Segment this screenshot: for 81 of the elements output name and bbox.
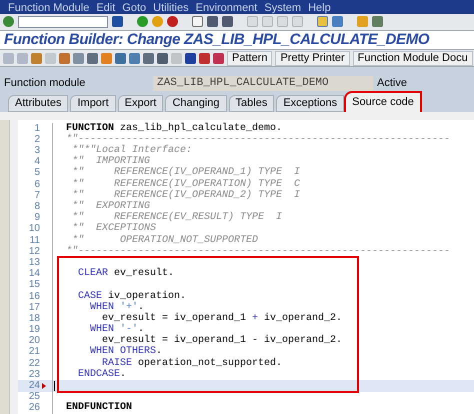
function-module-field[interactable]: ZAS_LIB_HPL_CALCULATE_DEMO	[153, 76, 373, 91]
line-number: 10	[28, 224, 40, 234]
tab[interactable]: Exceptions	[276, 95, 344, 112]
code-line: WHEN '+'.	[89, 302, 144, 313]
code-line: *" OPERATION_NOT_SUPPORTED	[72, 236, 258, 246]
line-number: 4	[33, 157, 40, 168]
code-line: ENDCASE.	[77, 370, 126, 380]
code-line: FUNCTION zas_lib_hpl_calculate_demo.	[66, 124, 282, 134]
toolbar-icon[interactable]	[115, 52, 126, 64]
code-line: ENDFUNCTION	[66, 403, 132, 414]
status-text: Active	[377, 76, 407, 91]
code-line: *" REFERENCE(IV_OPERAND_1) TYPE I	[71, 168, 300, 178]
line-number: 22	[28, 358, 40, 369]
line-number: 5	[33, 168, 40, 178]
toolbar-icon[interactable]	[185, 52, 196, 64]
menu-item[interactable]: Help	[308, 2, 331, 14]
code-line: *" REFERENCE(IV_OPERAND_2) TYPE I	[71, 190, 300, 201]
menu-item[interactable]: Environment	[196, 2, 258, 14]
menu-item[interactable]: Edit	[96, 2, 116, 14]
line-number: 24	[28, 381, 40, 392]
line-number: 8	[33, 202, 40, 212]
toolbar-icon[interactable]	[143, 52, 154, 64]
code-line: ev_result = iv_operand_1 - iv_operand_2.	[102, 336, 342, 346]
menu-item[interactable]: Utilities	[153, 2, 189, 14]
tab[interactable]: Import	[70, 95, 116, 112]
code-line: *"--------------------------------------------------------------	[66, 134, 450, 145]
code-line: CASE iv_operation.	[77, 292, 186, 302]
tab[interactable]: Attributes	[8, 95, 68, 112]
toolbar-button[interactable]: Function Module Docu	[352, 50, 473, 66]
menu-item[interactable]: Goto	[122, 2, 146, 14]
line-number: 18	[28, 314, 40, 324]
line-number: 20	[28, 336, 40, 346]
code-line: *" EXCEPTIONS	[71, 224, 156, 234]
line-number: 6	[33, 180, 40, 190]
code-line: *" IMPORTING	[71, 157, 150, 168]
toolbar-icon[interactable]	[87, 52, 98, 64]
line-number: 23	[28, 370, 40, 380]
current-line-marker-icon	[42, 383, 46, 390]
code-line: WHEN '-'.	[89, 325, 144, 336]
toolbar-button[interactable]: Pattern	[227, 50, 272, 66]
command-field[interactable]	[18, 16, 108, 28]
code-editor[interactable]	[18, 120, 474, 414]
tab[interactable]: Changing	[165, 95, 227, 112]
window-title: Function Builder: Change ZAS_LIB_HPL_CALCULATE_DEMO	[0, 30, 474, 50]
tab[interactable]: Tables	[228, 95, 274, 112]
line-number: 14	[28, 269, 40, 280]
code-line: *" REFERENCE(EV_RESULT) TYPE I	[71, 213, 282, 224]
menu-item[interactable]: System	[264, 2, 302, 14]
toolbar-icon[interactable]	[129, 52, 140, 64]
code-line: RAISE operation_not_supported.	[101, 358, 282, 369]
tab[interactable]: Source code	[346, 93, 420, 112]
code-line: CLEAR ev_result.	[77, 269, 174, 280]
line-number: 13	[28, 258, 40, 268]
code-line: *"--------------------------------------------------------------	[66, 246, 450, 257]
line-number: 16	[28, 292, 40, 302]
line-number: 26	[28, 403, 40, 414]
code-line: *" EXPORTING	[71, 202, 150, 212]
code-line: *"*"Local Interface:	[71, 146, 192, 156]
toolbar-icon[interactable]	[199, 52, 210, 64]
line-number: 11	[28, 236, 40, 246]
line-number: 2	[33, 134, 40, 145]
line-number: 9	[33, 213, 40, 224]
line-number: 17	[28, 302, 40, 313]
line-number: 7	[33, 190, 40, 201]
toolbar-icon[interactable]	[157, 52, 168, 64]
code-line: *" REFERENCE(IV_OPERATION) TYPE C	[71, 180, 300, 190]
line-number: 12	[28, 246, 40, 257]
line-number: 1	[33, 124, 40, 134]
field-label: Function module	[4, 76, 86, 91]
text-cursor	[54, 381, 55, 392]
menu-item[interactable]: Function Module	[8, 2, 90, 14]
toolbar-icon[interactable]	[213, 52, 224, 64]
code-line: WHEN OTHERS.	[89, 347, 162, 358]
line-number: 3	[33, 146, 40, 156]
toolbar-button[interactable]: Pretty Printer	[275, 50, 350, 66]
code-line: ev_result = iv_operand_1 + iv_operand_2.	[101, 314, 342, 324]
line-number: 19	[28, 325, 40, 336]
line-number: 21	[28, 347, 40, 358]
tab[interactable]: Export	[118, 95, 164, 112]
line-number: 15	[28, 280, 40, 290]
line-number: 25	[28, 392, 40, 402]
